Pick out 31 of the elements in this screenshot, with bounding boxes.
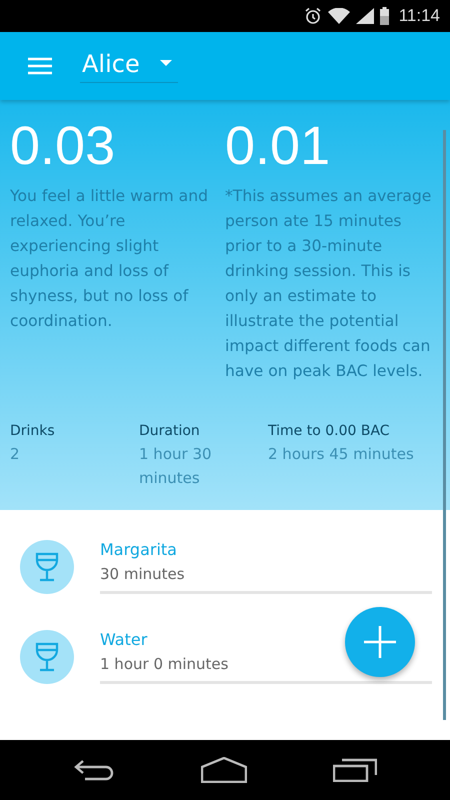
drink-name: Water xyxy=(100,629,148,651)
stat-value: 2 hours 45 minutes xyxy=(268,444,415,465)
drink-time: 1 hour 0 minutes xyxy=(100,654,228,675)
glass-icon xyxy=(35,552,59,582)
signal-icon xyxy=(356,8,374,24)
home-icon xyxy=(201,757,247,783)
recents-icon xyxy=(333,758,377,782)
glass-icon xyxy=(35,642,59,672)
stat-label: Time to 0.00 BAC xyxy=(268,422,391,441)
battery-icon xyxy=(380,7,389,25)
stat-label: Drinks xyxy=(10,422,56,441)
stat-label: Duration xyxy=(139,422,201,441)
stat-value: 1 hour 30 minutes xyxy=(139,444,213,489)
home-button[interactable] xyxy=(201,757,247,783)
alarm-icon xyxy=(304,7,322,25)
wifi-icon xyxy=(328,8,350,24)
drink-name: Margarita xyxy=(100,539,177,561)
clock-time: 11:14 xyxy=(398,6,440,26)
bac-value: 0.01 xyxy=(225,115,332,178)
plus-icon xyxy=(364,626,396,658)
caret-icon xyxy=(160,60,172,67)
recents-button[interactable] xyxy=(333,758,377,782)
bac-description: *This assumes an average person ate 15 minutes prior to a 30-minute drinking session. This is only an estimate to illustrate the potential impact different foods can have on peak BAC levels. xyxy=(225,186,432,382)
menu-icon xyxy=(28,57,52,75)
bac-description: You feel a little warm and relaxed. You’re experiencing slight euphoria and loss of shyness, but no loss of coordination. xyxy=(10,186,210,332)
drink-item[interactable]: Margarita 30 minutes xyxy=(0,538,450,628)
back-icon xyxy=(73,758,115,782)
drink-time: 30 minutes xyxy=(100,564,185,585)
bac-value: 0.03 xyxy=(10,115,116,178)
back-button[interactable] xyxy=(73,758,115,782)
stat-value: 2 xyxy=(10,444,21,465)
